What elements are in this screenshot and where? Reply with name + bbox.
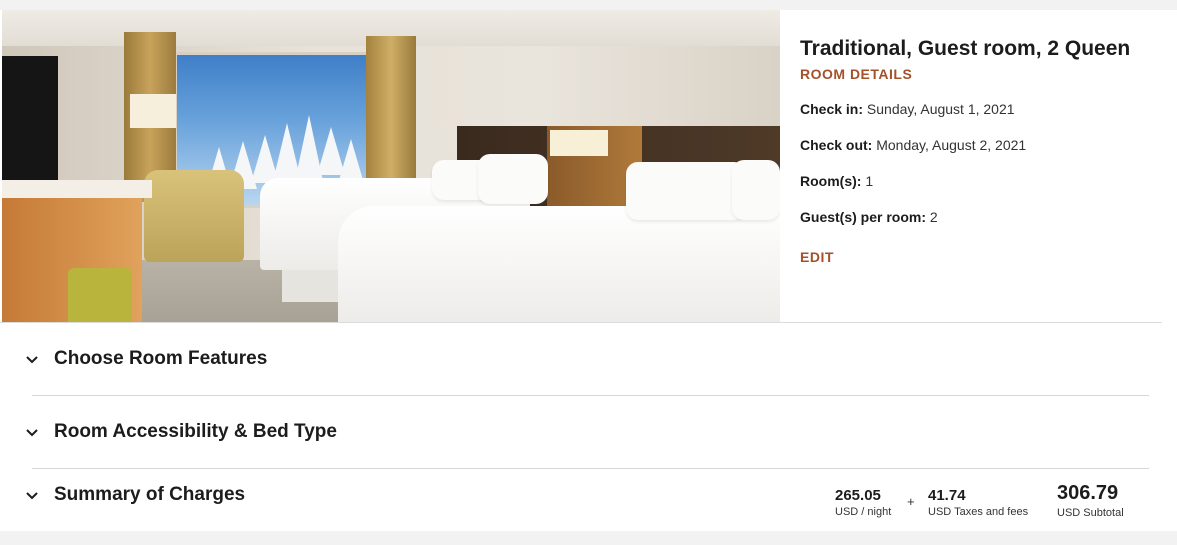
room-title: Traditional, Guest room, 2 Queen bbox=[800, 37, 1131, 60]
accordion-accessibility-bed-type[interactable]: Room Accessibility & Bed Type bbox=[26, 421, 1149, 451]
taxes-fees: 41.74 USD Taxes and fees bbox=[928, 487, 1028, 518]
rooms-label: Room(s): bbox=[800, 173, 862, 189]
accordion-room-features[interactable]: Choose Room Features bbox=[26, 348, 1149, 378]
nightly-rate-amount: 265.05 bbox=[835, 487, 881, 504]
nightly-rate-label: USD / night bbox=[835, 506, 892, 518]
check-in-row: Check in: Sunday, August 1, 2021 bbox=[800, 101, 1015, 117]
guests-value: 2 bbox=[929, 209, 938, 225]
check-out-row: Check out: Monday, August 2, 2021 bbox=[800, 137, 1026, 153]
check-in-label: Check in: bbox=[800, 101, 864, 117]
divider bbox=[0, 322, 1162, 323]
subtotal: 306.79 USD Subtotal bbox=[1057, 482, 1124, 519]
check-in-value: Sunday, August 1, 2021 bbox=[866, 101, 1015, 117]
taxes-fees-amount: 41.74 bbox=[928, 487, 966, 504]
check-out-value: Monday, August 2, 2021 bbox=[876, 137, 1027, 153]
taxes-fees-label: USD Taxes and fees bbox=[928, 506, 1029, 518]
check-out-label: Check out: bbox=[800, 137, 873, 153]
accordion-title: Room Accessibility & Bed Type bbox=[54, 421, 337, 442]
divider bbox=[32, 395, 1149, 396]
guests-row: Guest(s) per room: 2 bbox=[800, 209, 938, 225]
subtotal-amount: 306.79 bbox=[1057, 482, 1119, 504]
accordion-title: Choose Room Features bbox=[54, 348, 268, 369]
chevron-down-icon bbox=[26, 429, 38, 437]
rooms-value: 1 bbox=[865, 173, 874, 189]
nightly-rate: 265.05 USD / night bbox=[835, 487, 891, 518]
guests-label: Guest(s) per room: bbox=[800, 209, 927, 225]
chevron-down-icon bbox=[26, 356, 38, 364]
room-card: Traditional, Guest room, 2 Queen ROOM DE… bbox=[0, 10, 1177, 531]
chevron-down-icon bbox=[26, 492, 38, 500]
plus-sign: + bbox=[907, 494, 915, 509]
accordion-title: Summary of Charges bbox=[54, 484, 246, 505]
room-details-link[interactable]: ROOM DETAILS bbox=[800, 66, 912, 82]
rooms-row: Room(s): 1 bbox=[800, 173, 873, 189]
subtotal-label: USD Subtotal bbox=[1057, 507, 1124, 519]
edit-link[interactable]: EDIT bbox=[800, 249, 834, 265]
room-photo bbox=[2, 10, 780, 322]
divider bbox=[32, 468, 1149, 469]
